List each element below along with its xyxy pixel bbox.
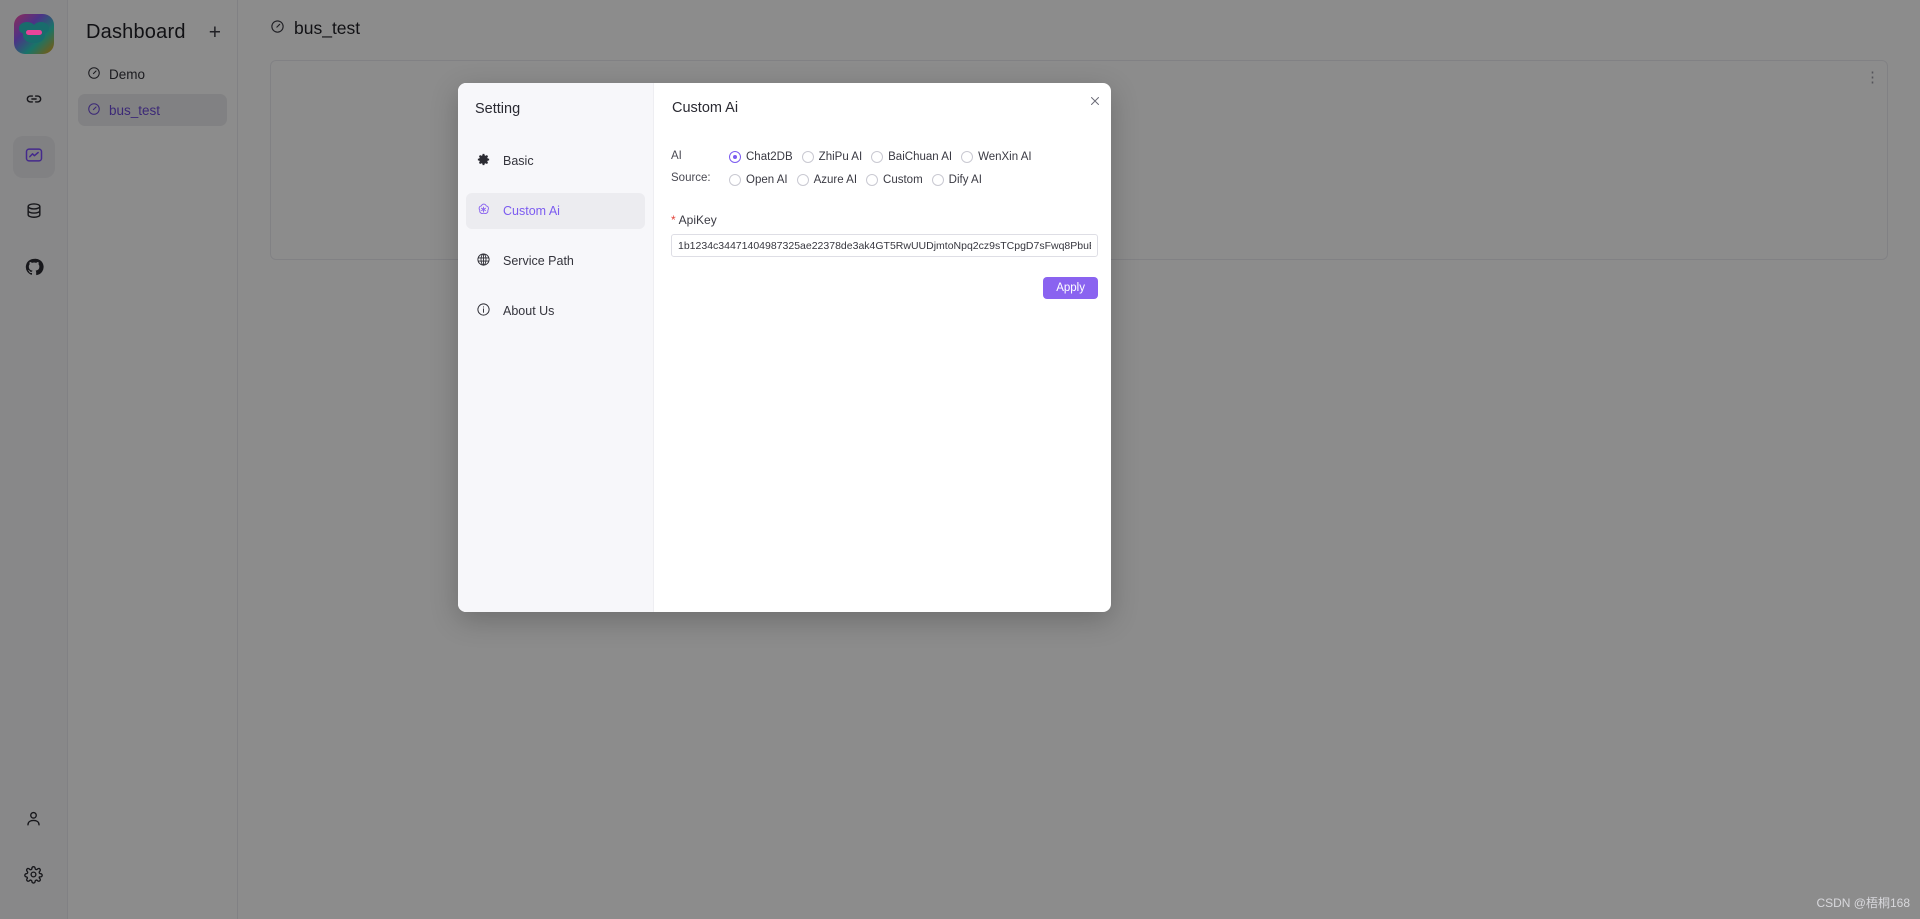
radio-open-ai[interactable]: Open AI [729, 168, 788, 191]
close-icon[interactable] [1085, 91, 1105, 111]
radio-dot [961, 150, 974, 163]
apikey-field-block: *ApiKey Apply [671, 213, 1098, 299]
ai-source-row: AI Source: Chat2DB ZhiPu AI BaiChuan AI [671, 144, 1098, 191]
setting-nav-label: Service Path [503, 254, 574, 268]
radio-label: Custom [883, 173, 923, 186]
setting-nav-label: Custom Ai [503, 204, 560, 218]
radio-dot [801, 150, 814, 163]
radio-label: Chat2DB [746, 150, 793, 163]
setting-title: Setting [475, 101, 521, 117]
radio-label: Azure AI [813, 173, 858, 186]
ai-source-label-line2: Source: [671, 172, 711, 184]
setting-nav-basic[interactable]: Basic [466, 143, 645, 179]
setting-nav-about-us[interactable]: About Us [466, 293, 645, 329]
required-mark: * [671, 213, 676, 227]
radio-label: Dify AI [948, 173, 982, 186]
ai-source-radio-group: Chat2DB ZhiPu AI BaiChuan AI WenXin AI O… [729, 144, 1098, 191]
setting-nav-label: Basic [503, 154, 534, 168]
radio-azure-ai[interactable]: Azure AI [796, 168, 858, 191]
ai-source-label-line1: AI [671, 150, 682, 162]
radio-dot [729, 150, 741, 163]
setting-nav-custom-ai[interactable]: Custom Ai [466, 193, 645, 229]
radio-label: BaiChuan AI [888, 150, 953, 163]
apikey-label: * ApiKey [671, 213, 1098, 227]
apply-row: Apply [671, 277, 1098, 299]
gear-icon [476, 152, 491, 170]
radio-dot [796, 173, 809, 186]
radio-dot [866, 173, 879, 186]
globe-icon [476, 252, 491, 270]
apply-button[interactable]: Apply [1043, 277, 1098, 299]
radio-label: Open AI [746, 173, 788, 186]
radio-dify-ai[interactable]: Dify AI [931, 168, 982, 191]
apikey-label-text: ApiKey [678, 213, 717, 227]
radio-label: ZhiPu AI [818, 150, 863, 163]
openai-icon [476, 202, 491, 220]
watermark: CSDN @梧桐168 [1816, 896, 1910, 910]
info-icon [476, 302, 491, 320]
setting-modal: Setting Basic Custom Ai Service Path Abo… [458, 83, 1111, 612]
radio-label: WenXin AI [978, 150, 1032, 163]
radio-baichuan-ai[interactable]: BaiChuan AI [871, 145, 952, 168]
app-root: Dashboard + Demo bus_test bus_test ⋮ Set… [0, 0, 1920, 919]
radio-dot [931, 173, 944, 186]
radio-custom[interactable]: Custom [866, 168, 923, 191]
radio-zhipu-ai[interactable]: ZhiPu AI [801, 145, 863, 168]
custom-ai-title: Custom Ai [672, 100, 739, 116]
setting-modal-main: Custom Ai AI Source: Chat2DB ZhiPu AI Ba… [654, 83, 1111, 612]
apikey-input[interactable] [671, 234, 1098, 257]
radio-chat2db[interactable]: Chat2DB [729, 145, 793, 168]
radio-wenxin-ai[interactable]: WenXin AI [961, 145, 1032, 168]
setting-nav-label: About Us [503, 304, 555, 318]
ai-source-label: AI Source: [671, 144, 729, 189]
setting-modal-sidebar: Setting Basic Custom Ai Service Path Abo… [458, 83, 654, 612]
setting-nav-service-path[interactable]: Service Path [466, 243, 645, 279]
radio-dot [729, 173, 741, 186]
radio-dot [871, 150, 884, 163]
